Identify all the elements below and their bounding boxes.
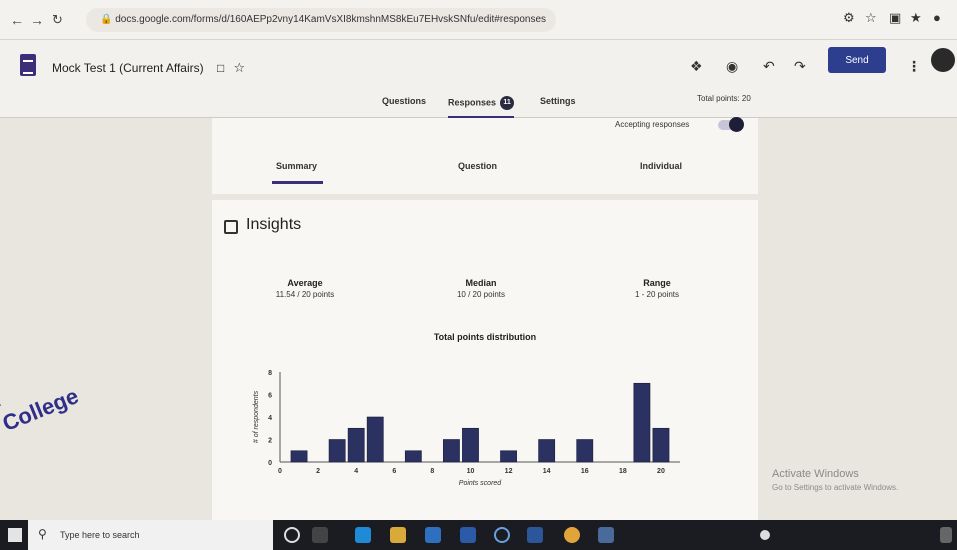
- chrome-icon[interactable]: [564, 527, 580, 543]
- bar: [538, 439, 556, 463]
- bar: [443, 439, 460, 463]
- average-stat: Average 11.54 / 20 points: [240, 278, 370, 299]
- url-text: docs.google.com/forms/d/160AEPp2vny14Kam…: [115, 14, 547, 25]
- y-tick-label: 8: [268, 370, 272, 377]
- range-label: Range: [643, 278, 671, 288]
- send-button[interactable]: Send: [828, 47, 886, 73]
- average-label: Average: [287, 278, 323, 288]
- x-tick-label: 16: [581, 468, 589, 475]
- edge-icon[interactable]: [355, 527, 371, 543]
- x-tick-label: 8: [430, 468, 434, 475]
- x-tick-label: 0: [278, 468, 282, 475]
- x-tick-label: 20: [657, 468, 665, 475]
- accepting-responses-toggle[interactable]: [718, 117, 744, 132]
- subtab-summary[interactable]: Summary: [272, 161, 324, 184]
- x-tick-label: 12: [505, 468, 513, 475]
- preview-eye-icon[interactable]: ◉: [726, 58, 738, 75]
- responses-card: Accepting responses Summary Question Ind…: [212, 117, 758, 194]
- bar: [462, 427, 479, 463]
- bar: [347, 427, 365, 463]
- bar: [328, 439, 346, 463]
- google-forms-icon[interactable]: [20, 54, 36, 76]
- x-tick-label: 2: [316, 468, 320, 475]
- insights-icon: [224, 220, 238, 234]
- subtab-individual[interactable]: Individual: [640, 161, 682, 171]
- x-tick-label: 14: [543, 468, 551, 475]
- redo-icon[interactable]: ↷: [794, 58, 806, 75]
- y-tick-label: 4: [268, 415, 272, 422]
- bar: [576, 439, 594, 463]
- undo-icon[interactable]: ↶: [763, 58, 775, 75]
- store-icon[interactable]: [425, 527, 441, 543]
- chart-title: Total points distribution: [433, 332, 537, 342]
- taskbar-search[interactable]: ⚲ Type here to search: [28, 520, 273, 550]
- file-explorer-icon[interactable]: [390, 527, 406, 543]
- address-bar[interactable]: 🔒 docs.google.com/forms/d/160AEPp2vny14K…: [86, 8, 556, 32]
- x-tick-label: 18: [619, 468, 627, 475]
- y-tick-label: 0: [268, 460, 272, 467]
- task-view-icon[interactable]: [312, 527, 328, 543]
- forms-header: Mock Test 1 (Current Affairs) □ ☆ ❖ ◉ ↶ …: [0, 40, 957, 118]
- palette-icon[interactable]: ❖: [690, 58, 703, 75]
- back-icon[interactable]: ←: [10, 12, 24, 28]
- mail-icon[interactable]: [460, 527, 476, 543]
- range-value: 1 - 20 points: [634, 290, 680, 299]
- bar: [366, 416, 384, 463]
- y-tick-label: 6: [268, 393, 272, 400]
- cortana-icon[interactable]: [284, 527, 300, 543]
- windows-start-icon[interactable]: [8, 528, 22, 542]
- bar: [404, 450, 422, 463]
- y-axis-label: # of respondents: [253, 390, 260, 443]
- forward-icon[interactable]: →: [30, 12, 44, 28]
- college-watermark: l College: [0, 383, 82, 437]
- word-icon[interactable]: [527, 527, 543, 543]
- median-stat: Median 10 / 20 points: [416, 278, 546, 299]
- folder-icon[interactable]: □: [217, 61, 224, 75]
- insights-title: Insights: [246, 216, 302, 233]
- bar: [652, 427, 670, 463]
- notification-icon[interactable]: [940, 527, 952, 543]
- reload-icon[interactable]: ↻: [52, 12, 63, 28]
- profile-icon[interactable]: ●: [933, 10, 941, 25]
- x-axis-label: Points scored: [459, 480, 503, 487]
- star-icon[interactable]: ☆: [234, 60, 246, 75]
- photos-icon[interactable]: [598, 527, 614, 543]
- tab-settings[interactable]: Settings: [540, 96, 576, 106]
- extension-icon[interactable]: ▣: [889, 10, 901, 26]
- lock-icon: 🔒: [100, 14, 113, 25]
- average-value: 11.54 / 20 points: [275, 290, 335, 299]
- x-tick-label: 4: [354, 468, 358, 475]
- bar: [633, 382, 651, 463]
- bar: [500, 450, 517, 463]
- x-tick-label: 6: [392, 468, 396, 475]
- response-count-badge: 11: [500, 96, 515, 110]
- more-vert-icon[interactable]: ⋮: [907, 58, 921, 75]
- median-label: Median: [465, 278, 497, 288]
- bookmark-star-icon[interactable]: ☆: [865, 10, 877, 26]
- puzzle-icon[interactable]: ★: [910, 10, 922, 26]
- tab-responses[interactable]: Responses 11: [448, 96, 515, 118]
- median-value: 10 / 20 points: [456, 290, 506, 299]
- insights-card: Insights Average 11.54 / 20 points Media…: [212, 200, 758, 520]
- subtab-question[interactable]: Question: [458, 161, 497, 171]
- points-distribution-chart: 0 2 4 6 8 0 2 4 6 8 10 12 14 16 18 20 Points scored # of …: [253, 370, 680, 487]
- total-points: Total points: 20: [697, 94, 751, 103]
- media-icon[interactable]: [494, 527, 510, 543]
- accepting-responses-label: Accepting responses: [615, 120, 690, 129]
- browser-toolbar: ← → ↻ 🔒 docs.google.com/forms/d/160AEPp2…: [0, 0, 957, 40]
- search-icon: ⚲: [38, 527, 47, 541]
- range-stat: Range 1 - 20 points: [592, 278, 722, 299]
- windows-taskbar: ⚲ Type here to search: [0, 520, 957, 550]
- y-tick-label: 2: [268, 438, 272, 445]
- network-icon[interactable]: [760, 530, 770, 540]
- translate-icon[interactable]: ⚙: [843, 10, 855, 26]
- x-tick-label: 10: [467, 468, 475, 475]
- avatar[interactable]: [931, 48, 955, 72]
- activate-windows-notice: Activate Windows Go to Settings to activ…: [772, 468, 899, 492]
- tab-questions[interactable]: Questions: [382, 96, 426, 106]
- form-title[interactable]: Mock Test 1 (Current Affairs) □ ☆: [52, 60, 245, 76]
- bar: [290, 450, 308, 463]
